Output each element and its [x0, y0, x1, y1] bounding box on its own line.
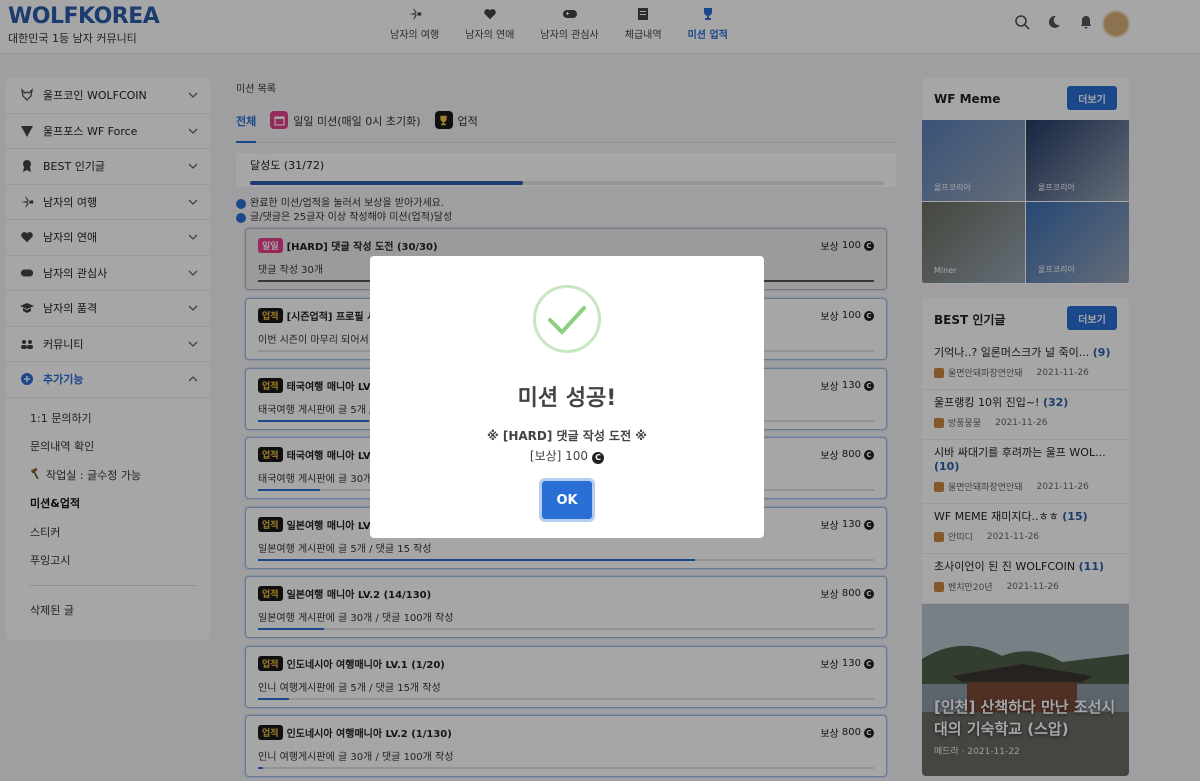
success-check-icon	[533, 285, 601, 353]
ok-button[interactable]: OK	[542, 481, 592, 519]
modal-reward-text: [보상] 100	[529, 449, 589, 463]
modal-reward: [보상] 100 C	[370, 446, 764, 466]
modal-body: ※ [HARD] 댓글 작성 도전 ※ [보상] 100 C	[370, 426, 764, 466]
coin-icon: C	[592, 452, 605, 464]
mission-success-modal: 미션 성공! ※ [HARD] 댓글 작성 도전 ※ [보상] 100 C OK	[370, 256, 764, 538]
modal-mission-name: ※ [HARD] 댓글 작성 도전 ※	[487, 429, 647, 443]
modal-title: 미션 성공!	[517, 386, 617, 411]
